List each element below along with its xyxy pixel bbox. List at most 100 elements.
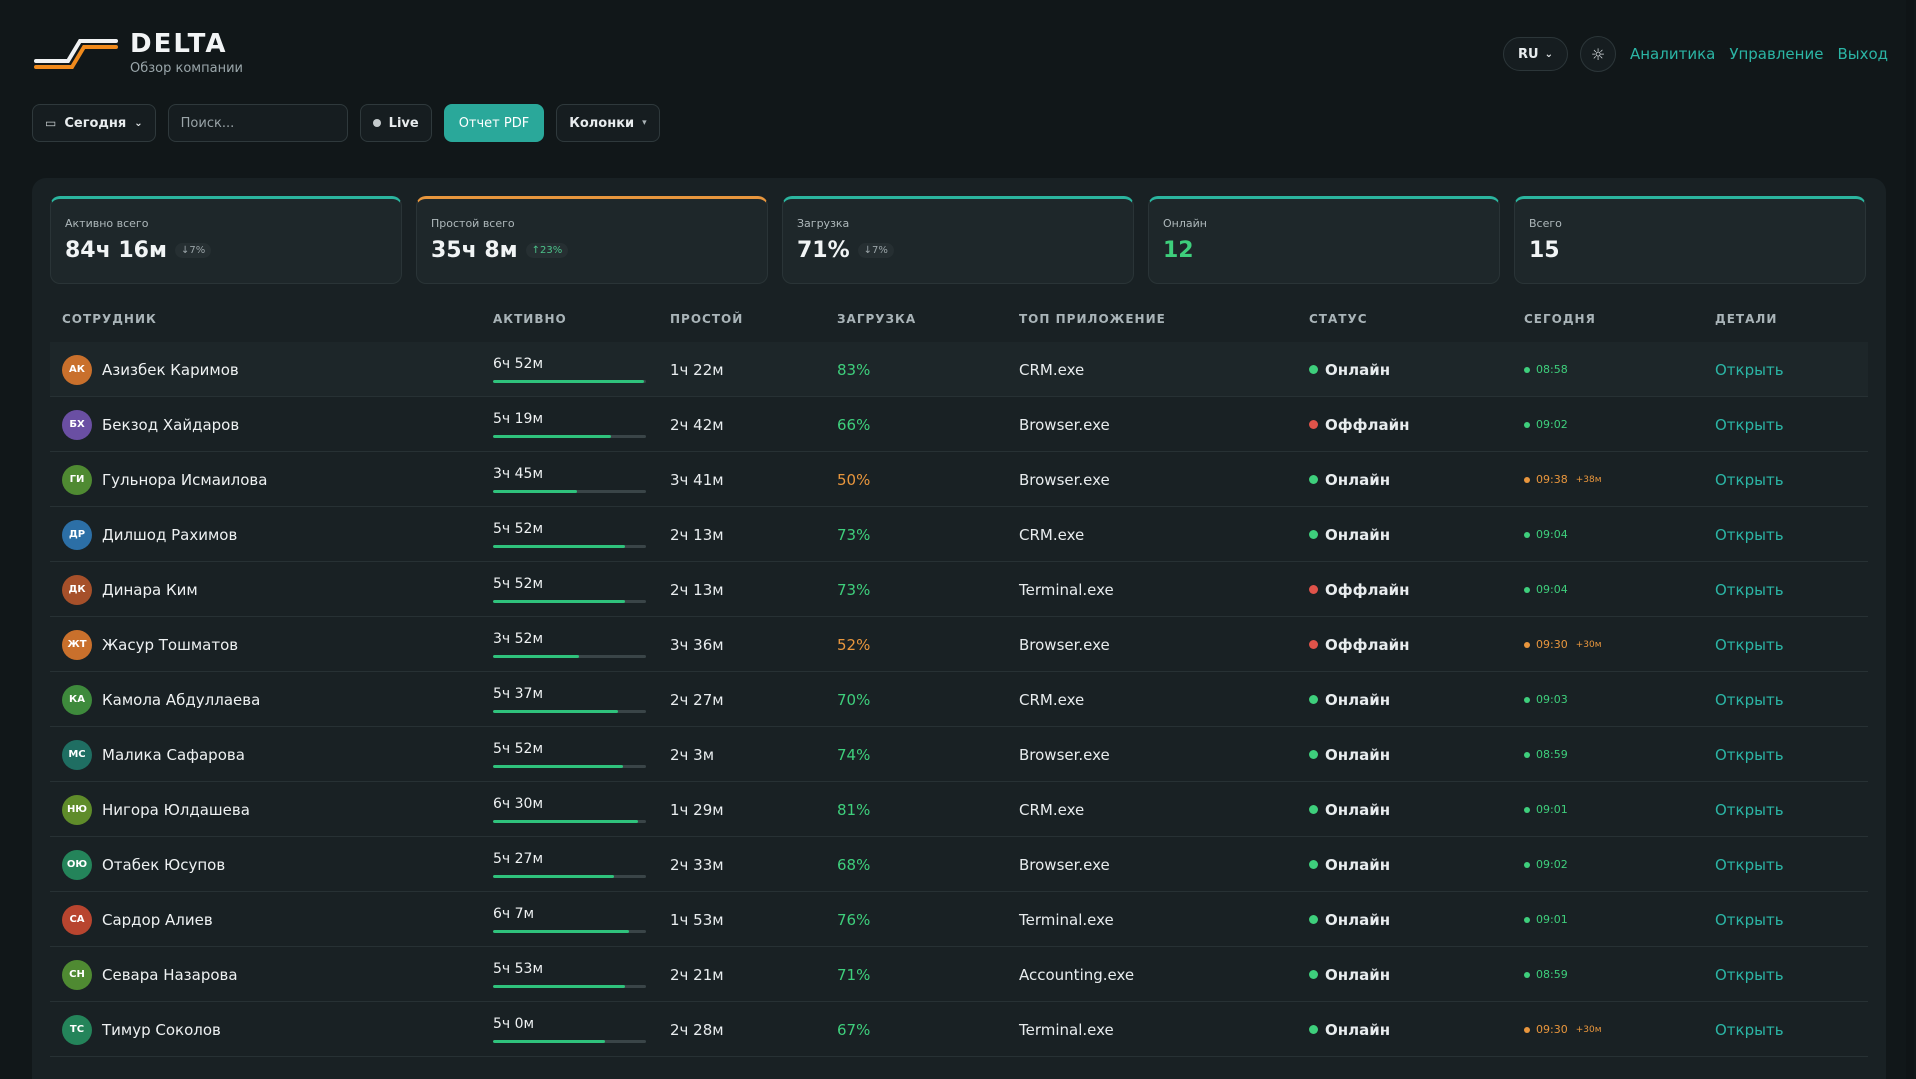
active-progress-fill (493, 710, 619, 713)
status-dot-icon (1309, 365, 1318, 374)
table-row[interactable]: ЖТ Жасур Тошматов 3ч 52м 3ч 36м 52% Browser.e… (50, 617, 1868, 672)
employee-name[interactable]: Нигора Юлдашева (102, 801, 250, 819)
open-details-link[interactable]: Открыть (1715, 471, 1784, 489)
table-row[interactable]: СА Сардор Алиев 6ч 7м 1ч 53м 76% Terminal.exe… (50, 892, 1868, 947)
today-time: 09:04 (1536, 528, 1568, 541)
live-toggle[interactable]: Live (359, 104, 432, 142)
period-value: Сегодня (64, 115, 127, 131)
table-row[interactable]: ТС Тимур Соколов 5ч 0м 2ч 28м 67% Terminal.ex… (50, 1002, 1868, 1057)
column-header-load[interactable]: ЗАГРУЗКА (837, 312, 916, 326)
open-details-link[interactable]: Открыть (1715, 746, 1784, 764)
today-time: 09:38 (1536, 473, 1568, 486)
today-time: 09:02 (1536, 418, 1568, 431)
brand-logo[interactable]: DELTA Обзор компании (34, 30, 243, 76)
active-progress-fill (493, 490, 578, 493)
employee-name[interactable]: Жасур Тошматов (102, 636, 238, 654)
theme-toggle-button[interactable]: ☼ (1579, 36, 1616, 72)
late-badge: +30м (1575, 1024, 1602, 1035)
open-details-link[interactable]: Открыть (1715, 856, 1784, 874)
employee-name[interactable]: Сардор Алиев (102, 911, 213, 929)
avatar: ОЮ (62, 849, 92, 880)
status-cell: Онлайн (1309, 452, 1390, 507)
table-row[interactable]: ДК Динара Ким 5ч 52м 2ч 13м 73% Terminal.exe О… (50, 562, 1868, 617)
status-cell: Онлайн (1309, 947, 1390, 1002)
open-details-link[interactable]: Открыть (1715, 911, 1784, 929)
employee-name[interactable]: Отабек Юсупов (102, 856, 225, 874)
column-header-status[interactable]: СТАТУС (1309, 312, 1368, 326)
employee-name[interactable]: Севара Назарова (102, 966, 238, 984)
table-row[interactable]: ДР Дилшод Рахимов 5ч 52м 2ч 13м 73% CRM.exe Он… (50, 507, 1868, 562)
status-dot-icon (1309, 805, 1318, 814)
column-header-idle[interactable]: ПРОСТОЙ (670, 312, 743, 326)
avatar: АК (62, 354, 92, 385)
nav-link-analytics[interactable]: Аналитика (1630, 45, 1715, 63)
status-dot-icon (1309, 860, 1318, 869)
employee-name[interactable]: Малика Сафарова (102, 746, 245, 764)
table-row[interactable]: АК Азизбек Каримов 6ч 52м 1ч 22м 83% CRM.exe О… (50, 342, 1868, 397)
status-badge: Онлайн (1325, 855, 1391, 874)
today-cell: 09:30 +30м (1524, 617, 1602, 672)
period-select[interactable]: ▭ Сегодня ⌄ (32, 104, 156, 142)
details-cell: Открыть (1715, 452, 1784, 507)
open-details-link[interactable]: Открыть (1715, 691, 1784, 709)
details-cell: Открыть (1715, 782, 1784, 837)
active-progress-bar (493, 765, 646, 768)
table-row[interactable]: НЮ Нигора Юлдашева 6ч 30м 1ч 29м 81% CRM.exe О… (50, 782, 1868, 837)
employee-name[interactable]: Камола Абдуллаева (102, 691, 260, 709)
employee-name[interactable]: Бекзод Хайдаров (102, 416, 239, 434)
open-details-link[interactable]: Открыть (1715, 526, 1784, 544)
table-row[interactable]: ГИ Гульнора Исмаилова 3ч 45м 3ч 41м 50% Brows… (50, 452, 1868, 507)
employee-name[interactable]: Азизбек Каримов (102, 361, 239, 379)
column-header-employee[interactable]: СОТРУДНИК (62, 312, 157, 326)
pdf-report-button[interactable]: Отчет PDF (443, 104, 545, 142)
column-header-details[interactable]: ДЕТАЛИ (1715, 312, 1777, 326)
open-details-link[interactable]: Открыть (1715, 801, 1784, 819)
column-header-today[interactable]: СЕГОДНЯ (1524, 312, 1596, 326)
top-app: CRM.exe (1019, 360, 1085, 379)
active-time-block: 5ч 37м (493, 686, 646, 713)
active-time-block: 3ч 52м (493, 631, 646, 658)
column-header-top-app[interactable]: ТОП ПРИЛОЖЕНИЕ (1019, 312, 1166, 326)
language-select[interactable]: RU ⌄ (1503, 37, 1568, 71)
columns-button[interactable]: Колонки ▾ (556, 104, 660, 142)
status-badge: Онлайн (1325, 800, 1391, 819)
open-details-link[interactable]: Открыть (1715, 1021, 1784, 1039)
employee-name[interactable]: Дилшод Рахимов (102, 526, 237, 544)
employee-cell: СА Сардор Алиев (62, 892, 213, 947)
nav-link-logout[interactable]: Выход (1837, 45, 1888, 63)
open-details-link[interactable]: Открыть (1715, 416, 1784, 434)
column-header-active[interactable]: АКТИВНО (493, 312, 567, 326)
employee-name[interactable]: Динара Ким (102, 581, 198, 599)
today-dot-icon (1524, 476, 1530, 483)
details-cell: Открыть (1715, 1002, 1784, 1057)
today-dot-icon (1524, 916, 1530, 923)
today-time: 08:59 (1536, 748, 1568, 761)
employee-name[interactable]: Гульнора Исмаилова (102, 471, 267, 489)
open-details-link[interactable]: Открыть (1715, 966, 1784, 984)
table-row[interactable]: МС Малика Сафарова 5ч 52м 2ч 3м 74% Browser.e… (50, 727, 1868, 782)
status-dot-icon (1309, 530, 1318, 539)
search-input[interactable] (167, 104, 348, 142)
active-progress-bar (493, 600, 646, 603)
employee-name[interactable]: Тимур Соколов (102, 1021, 221, 1039)
nav-link-management[interactable]: Управление (1729, 45, 1823, 63)
active-progress-bar (493, 875, 646, 878)
avatar: ДР (62, 519, 92, 550)
open-details-link[interactable]: Открыть (1715, 581, 1784, 599)
status-cell: Онлайн (1309, 342, 1390, 397)
stat-card-load: Загрузка 71% ↓7% (782, 196, 1134, 284)
status-cell: Оффлайн (1309, 397, 1410, 452)
active-time-block: 5ч 52м (493, 741, 646, 768)
table-row[interactable]: ОЮ Отабек Юсупов 5ч 27м 2ч 33м 68% Browser.ex… (50, 837, 1868, 892)
late-badge: +30м (1575, 639, 1602, 650)
table-row[interactable]: БХ Бекзод Хайдаров 5ч 19м 2ч 42м 66% Browser.… (50, 397, 1868, 452)
top-app: Browser.exe (1019, 635, 1110, 654)
open-details-link[interactable]: Открыть (1715, 636, 1784, 654)
table-row[interactable]: КА Камола Абдуллаева 5ч 37м 2ч 27м 70% CRM.ex… (50, 672, 1868, 727)
page-scrollbar[interactable] (1906, 0, 1914, 1079)
stat-label: Загрузка (797, 217, 850, 230)
brand-subtitle: Обзор компании (130, 61, 243, 76)
status-badge: Онлайн (1325, 360, 1391, 379)
table-row[interactable]: СН Севара Назарова 5ч 53м 2ч 21м 71% Accounti… (50, 947, 1868, 1002)
open-details-link[interactable]: Открыть (1715, 361, 1784, 379)
